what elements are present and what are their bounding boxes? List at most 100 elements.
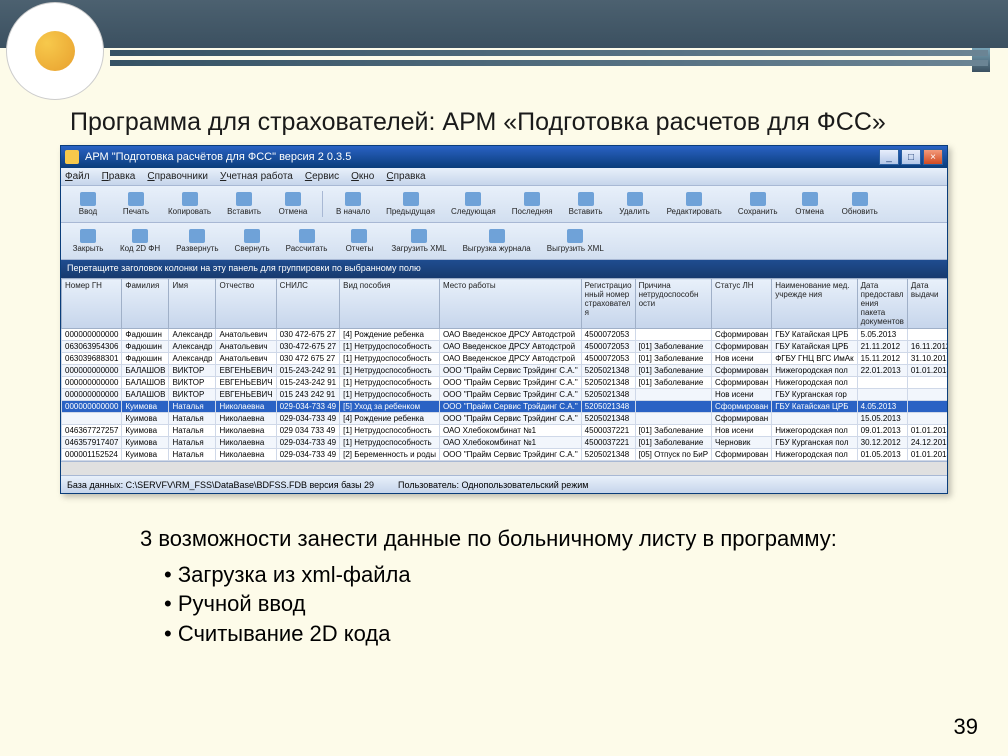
- cell[interactable]: 015-243-242 91: [276, 365, 340, 377]
- cell[interactable]: Анатольевич: [216, 341, 276, 353]
- cell[interactable]: 30.12.2012: [857, 437, 907, 449]
- column-header[interactable]: Фамилия: [122, 279, 169, 329]
- cell[interactable]: ООО "Прайм Сервис Трэйдинг С.А.": [439, 377, 581, 389]
- cell[interactable]: [635, 401, 711, 413]
- cell[interactable]: Сформирован: [712, 341, 772, 353]
- table-row[interactable]: 063039688301ФадюшинАлександрАнатольевич0…: [62, 353, 948, 365]
- cell[interactable]: ООО "Прайм Сервис Трэйдинг С.А.": [439, 365, 581, 377]
- toolbar-button[interactable]: Следующая: [444, 189, 503, 219]
- close-button[interactable]: ×: [923, 149, 943, 165]
- toolbar-button[interactable]: Отмена: [787, 189, 833, 219]
- toolbar-button[interactable]: В начало: [329, 189, 377, 219]
- cell[interactable]: 09.01.2013: [857, 425, 907, 437]
- column-header[interactable]: СНИЛС: [276, 279, 340, 329]
- cell[interactable]: [01] Заболевание: [635, 425, 711, 437]
- toolbar-button[interactable]: Ввод: [65, 189, 111, 219]
- cell[interactable]: 030-472-675 27: [276, 341, 340, 353]
- group-hint-bar[interactable]: Перетащите заголовок колонки на эту пане…: [61, 260, 947, 278]
- cell[interactable]: Нов исени: [712, 389, 772, 401]
- cell[interactable]: Сформирован: [712, 413, 772, 425]
- toolbar-button[interactable]: Обновить: [835, 189, 885, 219]
- table-row[interactable]: 000000000000БАЛАШОВВИКТОРЕВГЕНЬЕВИЧ015-2…: [62, 377, 948, 389]
- cell[interactable]: ВИКТОР: [169, 377, 216, 389]
- menu-item[interactable]: Учетная работа: [220, 171, 293, 182]
- cell[interactable]: [635, 389, 711, 401]
- cell[interactable]: Наталья: [169, 413, 216, 425]
- table-row[interactable]: 000000000000БАЛАШОВВИКТОРЕВГЕНЬЕВИЧ015-2…: [62, 365, 948, 377]
- cell[interactable]: Николаевна: [216, 449, 276, 461]
- cell[interactable]: [1] Нетрудоспособность: [340, 341, 440, 353]
- cell[interactable]: 029 034 733 49: [276, 425, 340, 437]
- cell[interactable]: Анатольевич: [216, 329, 276, 341]
- cell[interactable]: 5205021348: [581, 377, 635, 389]
- cell[interactable]: [4] Рождение ребенка: [340, 413, 440, 425]
- cell[interactable]: 21.11.2012: [857, 341, 907, 353]
- cell[interactable]: 5205021348: [581, 449, 635, 461]
- cell[interactable]: [05] Отпуск по БиР: [635, 449, 711, 461]
- cell[interactable]: [1] Нетрудоспособность: [340, 389, 440, 401]
- cell[interactable]: Нижегородская пол: [772, 425, 857, 437]
- column-header[interactable]: Наименование мед. учрежде ния: [772, 279, 857, 329]
- cell[interactable]: 000000000000: [62, 389, 122, 401]
- cell[interactable]: [907, 377, 947, 389]
- cell[interactable]: 000000000000: [62, 377, 122, 389]
- cell[interactable]: [635, 413, 711, 425]
- cell[interactable]: БАЛАШОВ: [122, 365, 169, 377]
- cell[interactable]: [01] Заболевание: [635, 365, 711, 377]
- grid-header-row[interactable]: Номер ГНФамилияИмяОтчествоСНИЛСВид пособ…: [62, 279, 948, 329]
- cell[interactable]: Наталья: [169, 437, 216, 449]
- cell[interactable]: 000001152524: [62, 449, 122, 461]
- menu-item[interactable]: Файл: [65, 171, 90, 182]
- cell[interactable]: ООО "Прайм Сервис Трэйдинг С.А.": [439, 389, 581, 401]
- toolbar-button[interactable]: Последняя: [505, 189, 560, 219]
- cell[interactable]: 000000000000: [62, 329, 122, 341]
- cell[interactable]: Фадюшин: [122, 353, 169, 365]
- table-row[interactable]: 000000000000КуимоваНатальяНиколаевна029-…: [62, 401, 948, 413]
- cell[interactable]: [907, 413, 947, 425]
- cell[interactable]: Сформирован: [712, 449, 772, 461]
- column-header[interactable]: Статус ЛН: [712, 279, 772, 329]
- toolbar-button[interactable]: Копировать: [161, 189, 218, 219]
- toolbar-button[interactable]: Отчеты: [336, 226, 382, 256]
- cell[interactable]: [4] Рождение ребенка: [340, 329, 440, 341]
- cell[interactable]: 5205021348: [581, 365, 635, 377]
- cell[interactable]: Сформирован: [712, 365, 772, 377]
- cell[interactable]: [907, 401, 947, 413]
- cell[interactable]: 5205021348: [581, 413, 635, 425]
- cell[interactable]: ГБУ Катайская ЦРБ: [772, 329, 857, 341]
- toolbar-button[interactable]: Редактировать: [660, 189, 729, 219]
- cell[interactable]: Наталья: [169, 425, 216, 437]
- horizontal-scrollbar[interactable]: [61, 461, 947, 475]
- cell[interactable]: ФГБУ ГНЦ ВГС ИмАк: [772, 353, 857, 365]
- cell[interactable]: Куимова: [122, 437, 169, 449]
- cell[interactable]: Александр: [169, 341, 216, 353]
- cell[interactable]: Николаевна: [216, 425, 276, 437]
- minimize-button[interactable]: _: [879, 149, 899, 165]
- cell[interactable]: Куимова: [122, 449, 169, 461]
- cell[interactable]: [01] Заболевание: [635, 437, 711, 449]
- cell[interactable]: 015-243-242 91: [276, 377, 340, 389]
- cell[interactable]: Нижегородская пол: [772, 377, 857, 389]
- cell[interactable]: ОАО Хлебокомбинат №1: [439, 425, 581, 437]
- cell[interactable]: [01] Заболевание: [635, 341, 711, 353]
- cell[interactable]: [1] Нетрудоспособность: [340, 437, 440, 449]
- cell[interactable]: Наталья: [169, 449, 216, 461]
- column-header[interactable]: Отчество: [216, 279, 276, 329]
- column-header[interactable]: Дата предоставл ения пакета документов: [857, 279, 907, 329]
- cell[interactable]: ГБУ Катайская ЦРБ: [772, 401, 857, 413]
- table-row[interactable]: 000000000000ФадюшинАлександрАнатольевич0…: [62, 329, 948, 341]
- cell[interactable]: 029-034-733 49: [276, 401, 340, 413]
- cell[interactable]: 31.10.2012: [907, 353, 947, 365]
- menu-item[interactable]: Справка: [386, 171, 425, 182]
- cell[interactable]: ВИКТОР: [169, 389, 216, 401]
- cell[interactable]: [01] Заболевание: [635, 377, 711, 389]
- column-header[interactable]: Дата выдачи: [907, 279, 947, 329]
- cell[interactable]: 029-034-733 49: [276, 449, 340, 461]
- cell[interactable]: БАЛАШОВ: [122, 389, 169, 401]
- cell[interactable]: [635, 329, 711, 341]
- cell[interactable]: Александр: [169, 353, 216, 365]
- column-header[interactable]: Причина нетрудоспособн ости: [635, 279, 711, 329]
- cell[interactable]: [62, 413, 122, 425]
- cell[interactable]: 030 472 675 27: [276, 353, 340, 365]
- cell[interactable]: 029-034-733 49: [276, 413, 340, 425]
